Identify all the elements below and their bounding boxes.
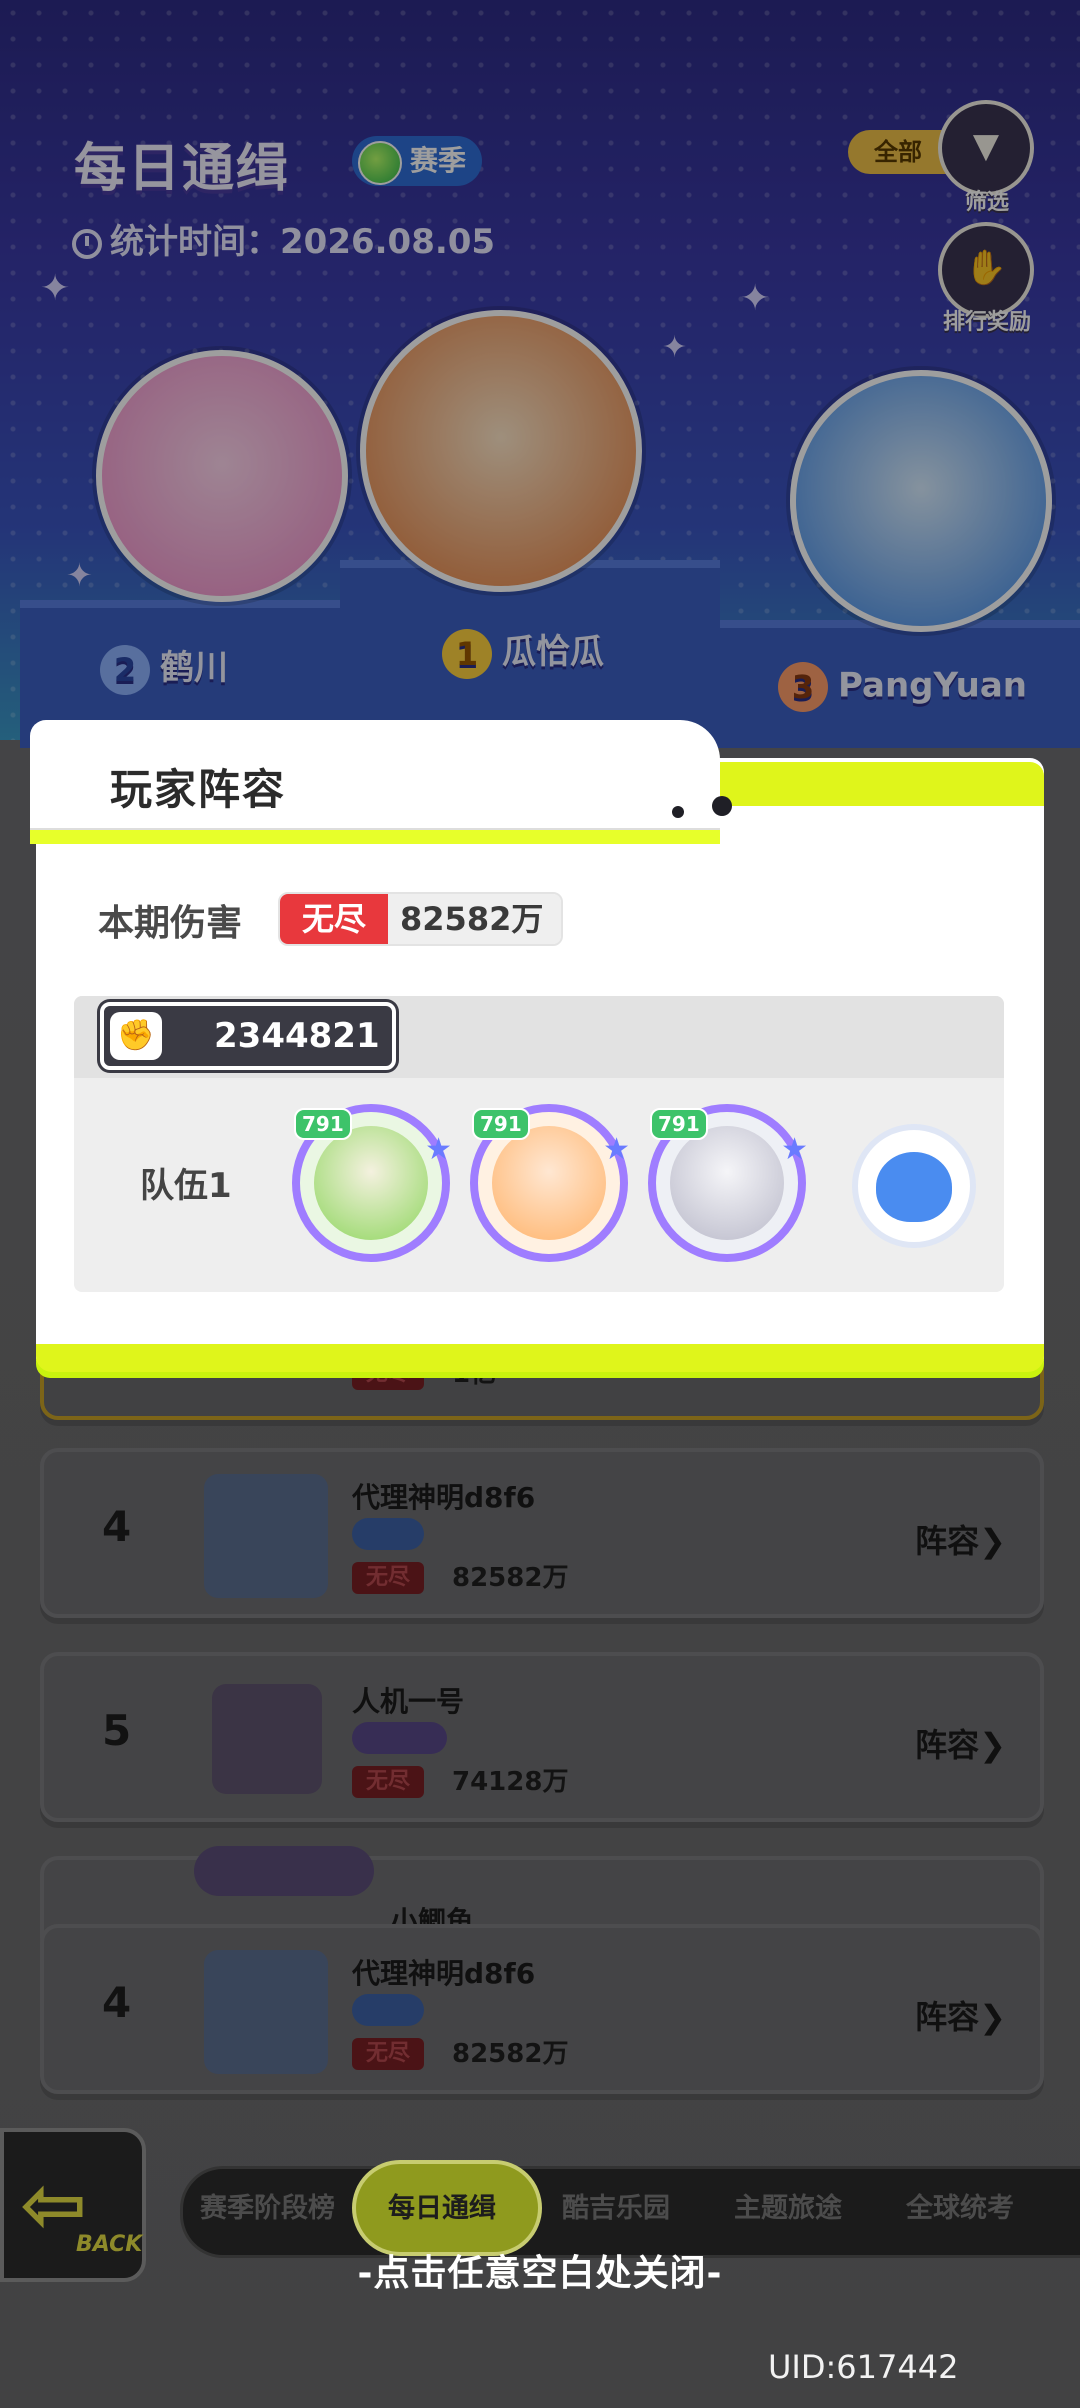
lineup-label: 阵容	[915, 1998, 980, 2036]
star-icon: ★	[781, 1132, 808, 1167]
player-badge	[352, 1518, 425, 1550]
podium-name-second: 2 鹤川	[100, 640, 228, 695]
clock-icon	[72, 229, 102, 259]
sparkle-icon: ✦	[40, 268, 71, 309]
ranking-row[interactable]: 5 人机一号 无尽 74128万 阵容❯	[40, 1652, 1044, 1822]
player-avatar	[204, 1474, 328, 1598]
player-badge	[352, 1722, 447, 1754]
lineup-link[interactable]: 阵容❯	[915, 1516, 1006, 1562]
chevron-right-icon: ❯	[979, 1522, 1006, 1560]
decor-dot	[712, 796, 732, 816]
season-coin-icon	[358, 141, 402, 185]
lineup-label: 阵容	[915, 1726, 980, 1764]
hero-portrait	[670, 1126, 784, 1240]
lineup-link[interactable]: 阵容❯	[915, 1992, 1006, 2038]
tab-kuji-park[interactable]: 酷吉乐园	[562, 2186, 670, 2225]
season-tag-label: 赛季	[410, 144, 467, 177]
pet-rabbit-icon	[876, 1152, 952, 1222]
self-ranking-row[interactable]: 4 代理神明d8f6 无尽 82582万 阵容❯	[40, 1924, 1044, 2094]
podium-name-text: 瓜恰瓜	[502, 632, 604, 672]
lineup-link[interactable]: 阵容❯	[915, 1720, 1006, 1766]
page-title: 每日通缉	[74, 139, 291, 199]
podium-name-text: 鹤川	[160, 648, 228, 688]
star-icon: ★	[603, 1132, 630, 1167]
rank-2-badge: 2	[100, 644, 150, 695]
podium-name-first: 1 瓜恰瓜	[442, 624, 604, 679]
row-rank: 4	[102, 1978, 132, 2027]
podium-avatar-third[interactable]	[790, 370, 1052, 632]
mode-tag: 无尽	[352, 1562, 425, 1594]
tab-daily-wanted[interactable]: 每日通缉	[388, 2186, 496, 2225]
damage-value: 82582万	[452, 1563, 569, 1593]
damage-value: 74128万	[452, 1767, 569, 1797]
tab-season-stage[interactable]: 赛季阶段榜	[200, 2186, 335, 2225]
mode-tag: 无尽	[352, 1766, 425, 1798]
season-tag[interactable]: 赛季	[352, 136, 483, 186]
player-avatar	[212, 1684, 322, 1794]
chevron-right-icon: ❯	[979, 1998, 1006, 2036]
mode-tag: 无尽	[352, 2038, 425, 2070]
ranking-row[interactable]: 4 代理神明d8f6 无尽 82582万 阵容❯	[40, 1448, 1044, 1618]
stat-time-text: 统计时间：2026.08.05	[110, 222, 496, 262]
fist-icon: ✊	[110, 1012, 162, 1060]
damage-value: 82582万	[452, 2039, 569, 2069]
sparkle-icon: ✦	[662, 330, 688, 365]
player-name: 人机一号	[352, 1685, 465, 1718]
player-badge	[352, 1994, 425, 2026]
rank-1-badge: 1	[442, 628, 492, 679]
tab-theme-journey[interactable]: 主题旅途	[734, 2186, 842, 2225]
filter-button[interactable]: ▼	[938, 100, 1034, 196]
sparkle-icon: ✦	[66, 556, 93, 594]
star-icon: ★	[425, 1132, 452, 1167]
player-name: 代理神明d8f6	[352, 1957, 536, 1990]
player-avatar	[204, 1950, 328, 2074]
sparkle-icon: ✦	[740, 278, 771, 319]
uid-label: UID:617442	[768, 2348, 959, 2386]
damage-label: 本期伤害	[98, 903, 243, 944]
funnel-icon: ▼	[972, 126, 1000, 166]
podium-avatar-first[interactable]	[360, 310, 642, 592]
close-hint: -点击任意空白处关闭-	[357, 2253, 723, 2294]
player-name: 代理神明d8f6	[352, 1481, 536, 1514]
damage-value: 82582万	[388, 894, 562, 944]
podium-name-third: 3 PangYuan	[778, 662, 1027, 712]
hero-level: 791	[650, 1108, 708, 1140]
hero-avatar[interactable]: 791 ★	[648, 1104, 808, 1262]
damage-pill: 无尽 82582万	[278, 892, 564, 946]
filter-label: 筛选	[964, 190, 1009, 215]
row-rank: 4	[102, 1502, 132, 1551]
hero-level: 791	[294, 1108, 352, 1140]
player-avatar	[194, 1846, 374, 1896]
lineup-label: 阵容	[915, 1522, 980, 1560]
hero-portrait	[492, 1126, 606, 1240]
row-rank: 5	[102, 1706, 132, 1755]
pet-avatar[interactable]	[852, 1124, 976, 1248]
decor-dot	[672, 806, 684, 818]
filter-all-pill[interactable]: 全部	[848, 130, 948, 174]
modal-accent-bar	[36, 1344, 1044, 1372]
podium-name-text: PangYuan	[838, 665, 1027, 706]
hero-portrait	[314, 1126, 428, 1240]
stat-time: 统计时间：2026.08.05	[72, 214, 495, 263]
podium-avatar-second[interactable]	[96, 350, 348, 602]
power-badge: ✊ 2344821	[100, 1002, 396, 1070]
chevron-right-icon: ❯	[979, 1726, 1006, 1764]
rank-3-badge: 3	[778, 662, 828, 712]
team-label: 队伍1	[140, 1166, 232, 1206]
power-value: 2344821	[214, 1016, 380, 1056]
hero-avatar[interactable]: 791 ★	[470, 1104, 630, 1262]
rank-reward-label: 排行奖励	[942, 310, 1031, 335]
reward-icon: ✋	[964, 248, 1008, 288]
endless-mode-tag: 无尽	[280, 894, 389, 944]
tab-global-exam[interactable]: 全球统考	[906, 2186, 1014, 2225]
hero-avatar[interactable]: 791 ★	[292, 1104, 452, 1262]
modal-title: 玩家阵容	[110, 765, 287, 814]
hero-level: 791	[472, 1108, 530, 1140]
